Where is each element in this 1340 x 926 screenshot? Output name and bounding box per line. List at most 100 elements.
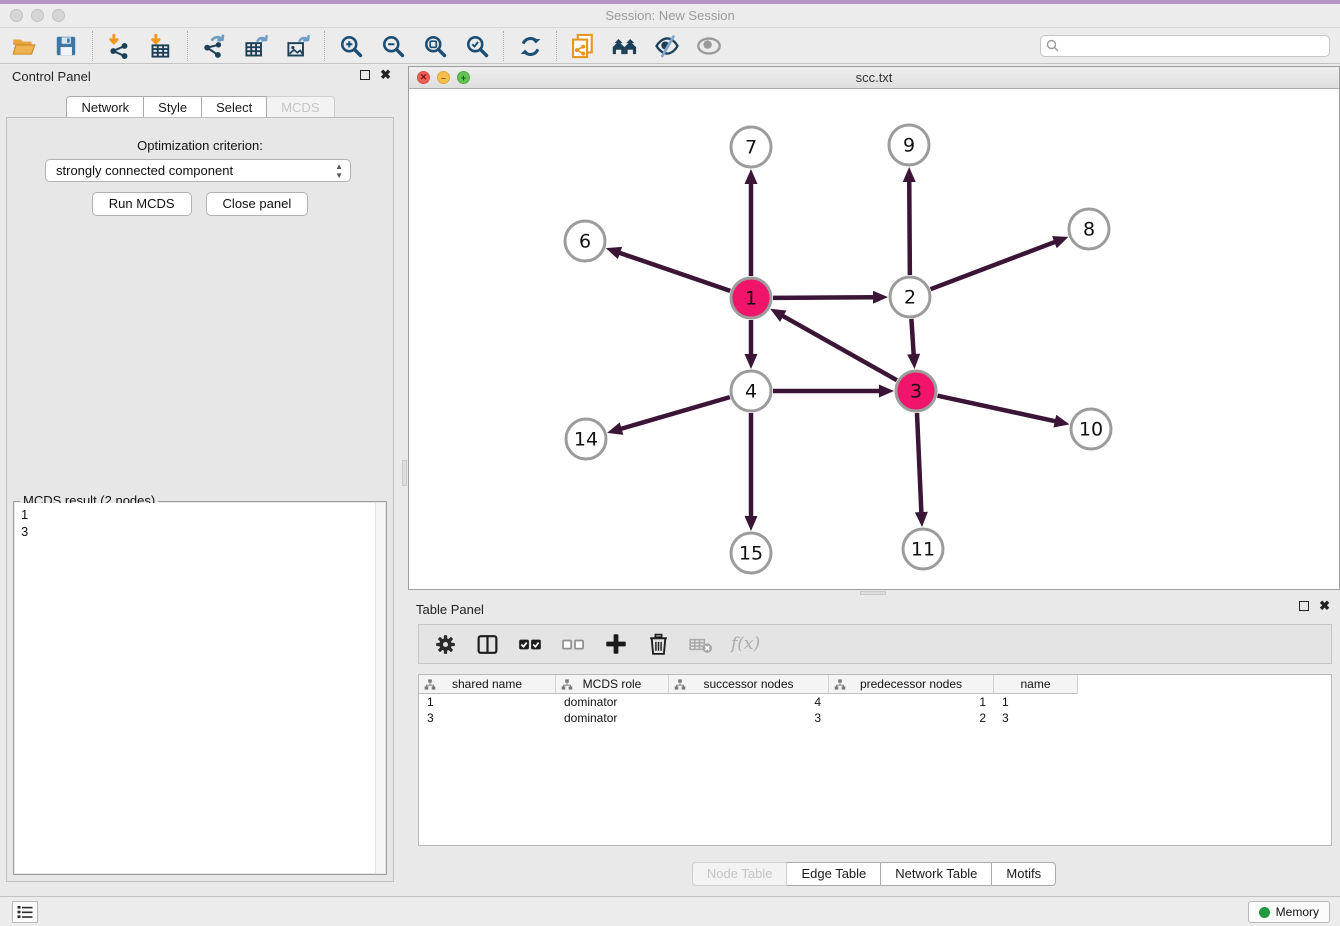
- node-3[interactable]: 3: [896, 371, 936, 411]
- run-mcds-button[interactable]: Run MCDS: [92, 192, 192, 216]
- edge-1-7[interactable]: [745, 169, 758, 276]
- table-panel-close-icon[interactable]: ✖: [1319, 601, 1330, 611]
- add-column-icon[interactable]: [603, 631, 629, 657]
- edge-1-6[interactable]: [606, 247, 730, 291]
- table-header-row: shared name MCDS rolesuccessor nodes prede…: [419, 675, 1331, 694]
- tab-network-table[interactable]: Network Table: [881, 862, 992, 886]
- node-8[interactable]: 8: [1069, 209, 1109, 249]
- node-11[interactable]: 11: [903, 529, 943, 569]
- toolbar-separator: [324, 31, 325, 61]
- memory-status-icon: [1259, 907, 1270, 918]
- split-view-icon[interactable]: [475, 632, 500, 657]
- select-all-icon[interactable]: [517, 631, 543, 657]
- show-all-networks-icon[interactable]: [611, 32, 639, 60]
- delete-table-icon[interactable]: [688, 631, 714, 657]
- edge-3-10[interactable]: [937, 396, 1069, 428]
- network-window-titlebar[interactable]: ✕ – + scc.txt: [409, 67, 1339, 89]
- network-canvas[interactable]: 7 9 6 8 1 2 4 3 14 10 15 11: [409, 89, 1339, 589]
- cell-shared-name[interactable]: 1: [419, 694, 556, 710]
- node-1[interactable]: 1: [731, 278, 771, 318]
- vertical-splitter[interactable]: [401, 65, 408, 896]
- zoom-selected-icon[interactable]: [463, 32, 491, 60]
- cell-MCDS-role[interactable]: dominator: [556, 710, 669, 726]
- column-header-predecessor-nodes[interactable]: predecessor nodes: [829, 675, 994, 694]
- table-row[interactable]: 3dominator323: [419, 710, 1331, 726]
- node-10[interactable]: 10: [1071, 409, 1111, 449]
- edge-4-15[interactable]: [745, 413, 758, 531]
- toolbar-separator: [187, 31, 188, 61]
- horizontal-splitter-grip[interactable]: [860, 591, 886, 595]
- edge-2-8[interactable]: [931, 236, 1069, 289]
- duplicate-network-icon[interactable]: [569, 32, 597, 60]
- export-image-icon[interactable]: [284, 32, 312, 60]
- apply-layout-icon[interactable]: [516, 32, 544, 60]
- deselect-all-icon[interactable]: [560, 631, 586, 657]
- cell-successor-nodes[interactable]: 4: [669, 694, 829, 710]
- settings-gear-icon[interactable]: [433, 632, 458, 657]
- zoom-out-icon[interactable]: [379, 32, 407, 60]
- control-panel-float-icon[interactable]: [360, 70, 370, 80]
- cell-name[interactable]: 3: [994, 710, 1078, 726]
- delete-column-icon[interactable]: [646, 632, 671, 657]
- hide-style-icon[interactable]: [653, 32, 681, 60]
- column-header-successor-nodes[interactable]: successor nodes: [669, 675, 829, 694]
- save-session-icon[interactable]: [52, 32, 80, 60]
- edge-3-1[interactable]: [770, 309, 897, 380]
- search-icon: [1046, 39, 1060, 53]
- export-network-icon[interactable]: [200, 32, 228, 60]
- control-panel-title: Control Panel: [12, 69, 91, 84]
- network-window: ✕ – + scc.txt 7 9 6 8 1 2 4 3 14 10 15 11: [408, 66, 1340, 590]
- column-header-label: predecessor nodes: [860, 677, 962, 691]
- svg-text:1: 1: [745, 288, 757, 310]
- column-header-shared-name[interactable]: shared name: [419, 675, 556, 694]
- import-table-icon[interactable]: [147, 32, 175, 60]
- cell-predecessor-nodes[interactable]: 1: [829, 694, 994, 710]
- svg-text:15: 15: [739, 543, 763, 565]
- show-view-icon[interactable]: [695, 32, 723, 60]
- svg-text:8: 8: [1083, 219, 1095, 241]
- node-9[interactable]: 9: [889, 125, 929, 165]
- node-15[interactable]: 15: [731, 533, 771, 573]
- svg-text:14: 14: [574, 429, 598, 451]
- tab-motifs[interactable]: Motifs: [992, 862, 1056, 886]
- table-panel-float-icon[interactable]: [1299, 601, 1309, 611]
- cell-successor-nodes[interactable]: 3: [669, 710, 829, 726]
- tab-edge-table[interactable]: Edge Table: [787, 862, 881, 886]
- edge-2-3[interactable]: [907, 319, 920, 369]
- table-row[interactable]: 1dominator411: [419, 694, 1331, 710]
- vertical-splitter-grip[interactable]: [402, 460, 407, 486]
- node-14[interactable]: 14: [566, 419, 606, 459]
- edge-1-2[interactable]: [773, 291, 888, 304]
- control-panel-close-icon[interactable]: ✖: [380, 70, 391, 80]
- function-builder-icon[interactable]: f(x): [731, 634, 760, 654]
- zoom-fit-icon[interactable]: [421, 32, 449, 60]
- export-table-icon[interactable]: [242, 32, 270, 60]
- edge-4-14[interactable]: [607, 397, 730, 435]
- tab-node-table[interactable]: Node Table: [692, 862, 788, 886]
- mcds-result-text[interactable]: 1 3: [15, 503, 385, 873]
- node-7[interactable]: 7: [731, 127, 771, 167]
- edge-3-11[interactable]: [915, 413, 928, 527]
- optimization-criterion-select[interactable]: strongly connected component ▲▼: [45, 159, 351, 182]
- column-header-label: shared name: [452, 677, 522, 691]
- open-session-icon[interactable]: [10, 32, 38, 60]
- mcds-result-scrollbar[interactable]: [375, 503, 385, 873]
- task-history-button[interactable]: [12, 901, 38, 923]
- edge-2-9[interactable]: [903, 167, 916, 275]
- node-4[interactable]: 4: [731, 371, 771, 411]
- zoom-in-icon[interactable]: [337, 32, 365, 60]
- edge-1-4[interactable]: [745, 320, 758, 369]
- column-header-MCDS-role[interactable]: MCDS role: [556, 675, 669, 694]
- cell-name[interactable]: 1: [994, 694, 1078, 710]
- edge-4-3[interactable]: [773, 385, 894, 398]
- cell-MCDS-role[interactable]: dominator: [556, 694, 669, 710]
- cell-shared-name[interactable]: 3: [419, 710, 556, 726]
- cell-predecessor-nodes[interactable]: 2: [829, 710, 994, 726]
- import-network-icon[interactable]: [105, 32, 133, 60]
- memory-button[interactable]: Memory: [1248, 901, 1330, 923]
- node-6[interactable]: 6: [565, 221, 605, 261]
- column-header-name[interactable]: name: [994, 675, 1078, 694]
- close-panel-button[interactable]: Close panel: [206, 192, 309, 216]
- search-input[interactable]: [1040, 35, 1330, 57]
- node-2[interactable]: 2: [890, 277, 930, 317]
